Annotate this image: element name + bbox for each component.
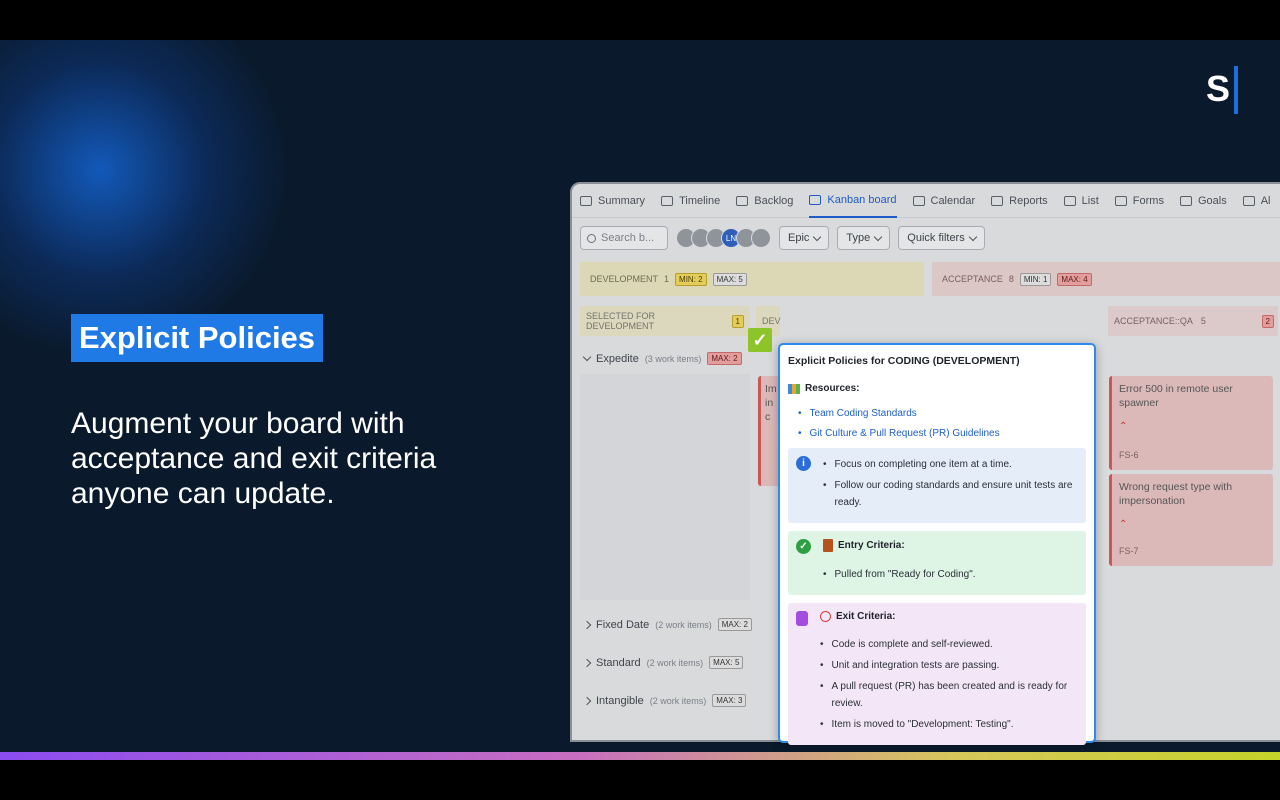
work-item-card[interactable]: Wrong request type with impersonation ⌃ … (1109, 474, 1273, 566)
avatar-group: LN (676, 228, 771, 248)
exit-criteria-heading: Exit Criteria: (820, 611, 1078, 622)
chevron-down-icon (874, 232, 883, 241)
ai-icon (1242, 195, 1255, 206)
subcolumn-acceptance-qa: ACCEPTANCE::QA 5 2 (1108, 306, 1278, 336)
check-circle-icon: ✓ (796, 539, 811, 554)
backlog-icon (736, 195, 749, 206)
info-panel: i Focus on completing one item at a time… (788, 448, 1086, 523)
board-toolbar: Search b... LN Epic Type Quick filters (572, 218, 1280, 258)
policy-popup: Explicit Policies for CODING (DEVELOPMEN… (778, 343, 1096, 745)
tab-list[interactable]: List (1063, 184, 1099, 218)
board-icon (809, 194, 822, 205)
exit-criteria-panel: Exit Criteria: Code is complete and self… (788, 603, 1086, 745)
background-glow (0, 40, 290, 360)
prohibited-icon (820, 611, 831, 622)
swimlane-expedite[interactable]: Expedite (3 work items) MAX: 2 (582, 352, 742, 365)
chevron-down-icon (968, 232, 977, 241)
list-icon (1063, 195, 1076, 206)
search-input[interactable]: Search b... (580, 226, 668, 250)
chevron-right-icon (582, 620, 592, 629)
tab-calendar[interactable]: Calendar (912, 184, 975, 218)
quick-filters[interactable]: Quick filters (898, 226, 985, 250)
tab-timeline[interactable]: Timeline (661, 184, 720, 218)
swimlane-fixed-date[interactable]: Fixed Date (2 work items) MAX: 2 (582, 618, 752, 631)
feature-pill: Explicit Policies (71, 314, 324, 362)
gradient-bar (0, 752, 1280, 760)
headline: Augment your board with acceptance and e… (71, 407, 437, 510)
column-acceptance: ACCEPTANCE 8 MIN: 1 MAX: 4 (932, 262, 1280, 296)
tab-backlog[interactable]: Backlog (736, 184, 793, 218)
subcolumn-selected: SELECTED FOR DEVELOPMENT 1 (580, 306, 750, 336)
lane-cell (580, 374, 750, 600)
nav-tabs: Summary Timeline Backlog Kanban board Ca… (572, 184, 1280, 218)
search-icon (587, 233, 596, 243)
resource-links: Team Coding Standards Git Culture & Pull… (798, 408, 1086, 439)
forms-icon (1114, 195, 1127, 206)
document-icon (796, 611, 808, 626)
card-title: Wrong request type with impersonation (1119, 481, 1233, 507)
entry-criteria-heading: Entry Criteria: (823, 539, 976, 552)
door-icon (823, 539, 833, 552)
swimlane-intangible[interactable]: Intangible (2 work items) MAX: 3 (582, 694, 747, 707)
globe-icon (580, 195, 592, 206)
reports-icon (991, 195, 1004, 206)
epic-filter[interactable]: Epic (779, 226, 830, 250)
resources-heading: Resources: (788, 383, 1086, 394)
swimlane-standard[interactable]: Standard (2 work items) MAX: 5 (582, 656, 744, 669)
chevron-down-icon (813, 232, 822, 241)
type-filter[interactable]: Type (837, 226, 891, 250)
work-item-card[interactable]: Error 500 in remote user spawner ⌃ FS-6 (1109, 376, 1273, 470)
card-id: FS-7 (1119, 546, 1139, 556)
checkmark-icon: ✓ (748, 328, 772, 352)
tab-reports[interactable]: Reports (991, 184, 1048, 218)
chevron-down-icon (582, 352, 592, 362)
card-title: Error 500 in remote user spawner (1119, 383, 1233, 409)
priority-icon: ⌃ (1119, 421, 1128, 432)
chevron-right-icon (582, 696, 592, 705)
info-icon: i (796, 456, 811, 471)
popup-title: Explicit Policies for CODING (DEVELOPMEN… (788, 355, 1020, 367)
timeline-icon (661, 195, 674, 206)
brand-logo-bar (1234, 66, 1238, 114)
chevron-right-icon (582, 658, 592, 667)
tab-ai[interactable]: Al (1242, 184, 1271, 218)
brand-logo: S (1206, 68, 1231, 109)
link-git-culture[interactable]: Git Culture & Pull Request (PR) Guidelin… (798, 428, 1086, 439)
card-id: FS-6 (1119, 450, 1139, 460)
calendar-icon (912, 195, 925, 206)
entry-criteria-panel: ✓ Entry Criteria: Pulled from "Ready for… (788, 531, 1086, 595)
tab-forms[interactable]: Forms (1114, 184, 1164, 218)
tab-goals[interactable]: Goals (1179, 184, 1227, 218)
link-coding-standards[interactable]: Team Coding Standards (798, 408, 1086, 419)
tab-kanban-board[interactable]: Kanban board (809, 184, 897, 218)
priority-icon: ⌃ (1119, 519, 1128, 530)
tab-summary[interactable]: Summary (580, 184, 645, 218)
goals-icon (1179, 195, 1192, 206)
books-icon (788, 383, 800, 394)
column-development: DEVELOPMENT 1 MIN: 2 MAX: 5 (580, 262, 924, 296)
avatar[interactable] (751, 228, 771, 248)
